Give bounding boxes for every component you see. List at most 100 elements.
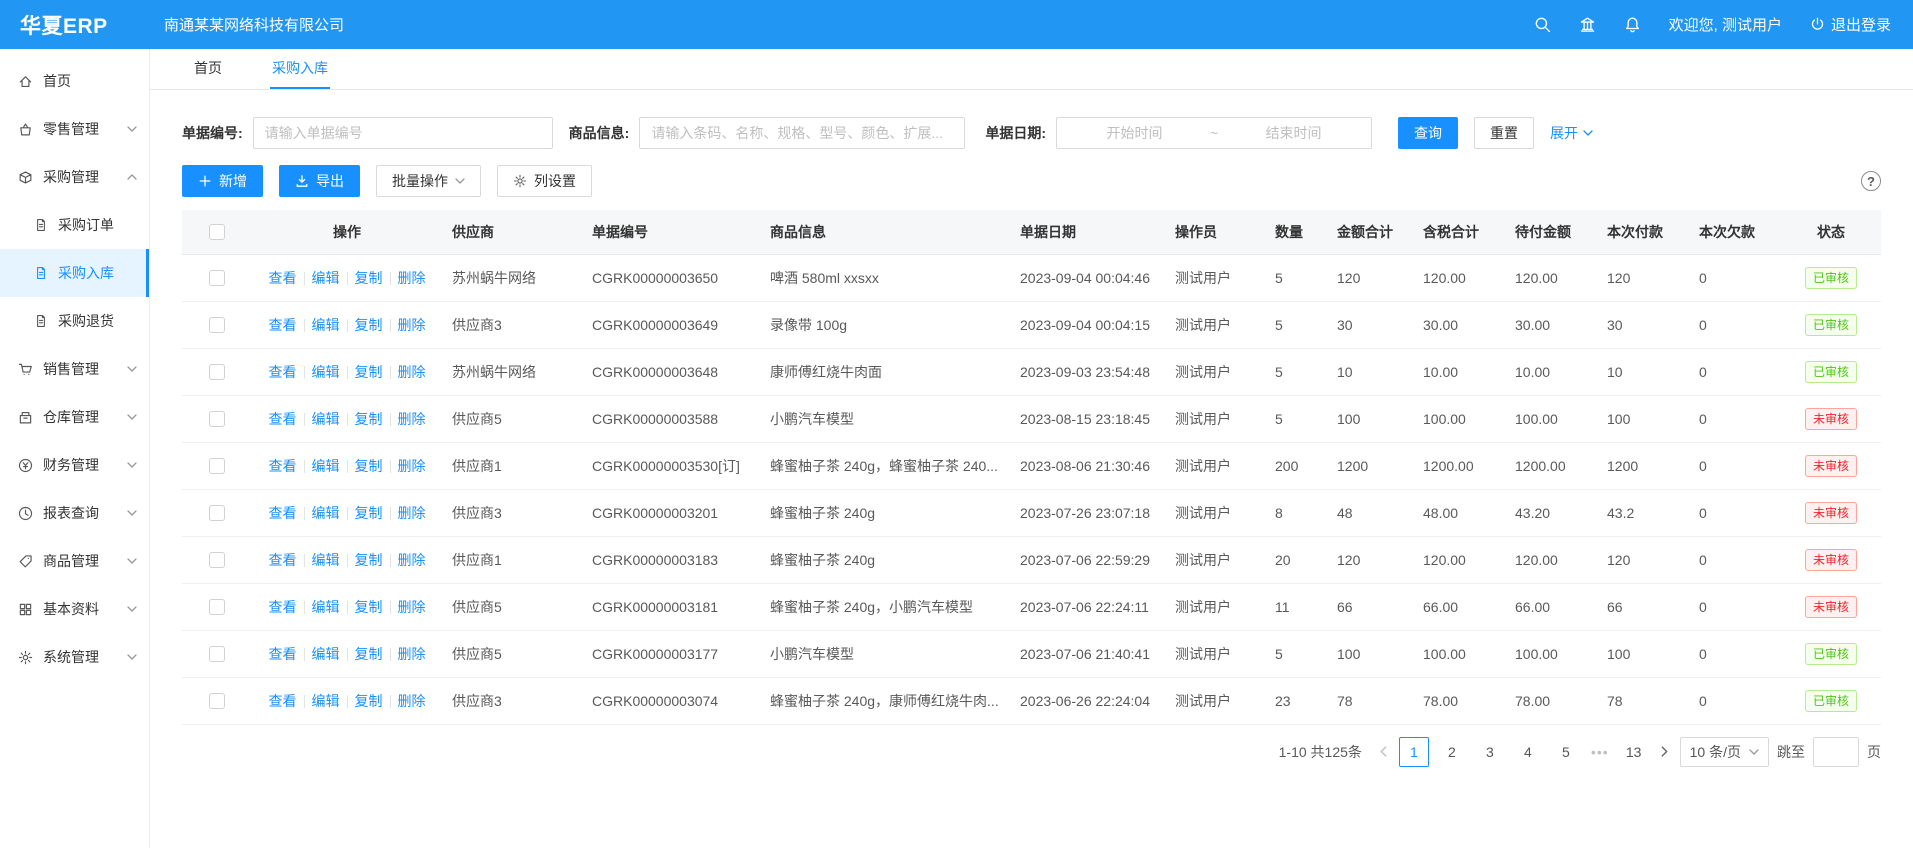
row-checkbox[interactable] (209, 458, 225, 474)
row-action-edit[interactable]: 编辑 (312, 693, 340, 709)
tab-home[interactable]: 首页 (192, 49, 224, 89)
row-action-edit[interactable]: 编辑 (312, 364, 340, 380)
row-action-copy[interactable]: 复制 (355, 364, 383, 380)
row-action-delete[interactable]: 删除 (398, 599, 426, 615)
row-action-copy[interactable]: 复制 (355, 270, 383, 286)
row-action-delete[interactable]: 删除 (398, 505, 426, 521)
row-checkbox[interactable] (209, 270, 225, 286)
row-action-view[interactable]: 查看 (269, 317, 297, 333)
doc-no-input[interactable] (253, 117, 553, 149)
building-icon[interactable] (1579, 16, 1596, 33)
row-action-edit[interactable]: 编辑 (312, 505, 340, 521)
sidebar-item-purchase[interactable]: 采购管理 (0, 153, 149, 201)
row-action-edit[interactable]: 编辑 (312, 552, 340, 568)
row-action-copy[interactable]: 复制 (355, 552, 383, 568)
row-checkbox[interactable] (209, 411, 225, 427)
sidebar-item-product[interactable]: 商品管理 (0, 537, 149, 585)
row-action-delete[interactable]: 删除 (398, 458, 426, 474)
row-action-edit[interactable]: 编辑 (312, 646, 340, 662)
sidebar-item-warehouse[interactable]: 仓库管理 (0, 393, 149, 441)
row-action-view[interactable]: 查看 (269, 693, 297, 709)
sidebar-item-purchase-inbound[interactable]: 采购入库 (0, 249, 149, 297)
sidebar-item-label: 采购入库 (58, 263, 114, 283)
row-action-view[interactable]: 查看 (269, 364, 297, 380)
row-action-delete[interactable]: 删除 (398, 270, 426, 286)
batch-actions-button[interactable]: 批量操作 (376, 165, 481, 197)
row-action-view[interactable]: 查看 (269, 505, 297, 521)
row-action-delete[interactable]: 删除 (398, 411, 426, 427)
page-button-5[interactable]: 5 (1551, 737, 1581, 767)
row-action-edit[interactable]: 编辑 (312, 411, 340, 427)
logout-button[interactable]: 退出登录 (1810, 14, 1891, 35)
page-button-1[interactable]: 1 (1399, 737, 1429, 767)
row-action-view[interactable]: 查看 (269, 458, 297, 474)
row-action-delete[interactable]: 删除 (398, 317, 426, 333)
row-action-copy[interactable]: 复制 (355, 646, 383, 662)
row-action-edit[interactable]: 编辑 (312, 599, 340, 615)
date-range-picker[interactable]: ~ (1056, 117, 1372, 149)
page-button-2[interactable]: 2 (1437, 737, 1467, 767)
row-action-copy[interactable]: 复制 (355, 317, 383, 333)
row-action-view[interactable]: 查看 (269, 552, 297, 568)
cell-payable: 120.00 (1505, 536, 1597, 583)
tab-purchase-inbound[interactable]: 采购入库 (270, 49, 330, 89)
row-actions-cell: 查看编辑复制删除 (252, 395, 442, 442)
date-end-input[interactable] (1224, 125, 1363, 141)
row-checkbox[interactable] (209, 364, 225, 380)
reset-button[interactable]: 重置 (1474, 117, 1534, 149)
row-action-copy[interactable]: 复制 (355, 599, 383, 615)
row-action-delete[interactable]: 删除 (398, 693, 426, 709)
add-button[interactable]: 新增 (182, 165, 263, 197)
cell-amount_tax: 10.00 (1413, 348, 1505, 395)
page-size-select[interactable]: 10 条/页 (1680, 737, 1769, 767)
sidebar-item-purchase-return[interactable]: 采购退货 (0, 297, 149, 345)
search-icon[interactable] (1534, 16, 1551, 33)
row-action-view[interactable]: 查看 (269, 270, 297, 286)
product-info-input[interactable] (639, 117, 965, 149)
sidebar-item-system[interactable]: 系统管理 (0, 633, 149, 681)
row-action-edit[interactable]: 编辑 (312, 270, 340, 286)
search-button[interactable]: 查询 (1398, 117, 1458, 149)
page-ellipsis[interactable]: ••• (1589, 744, 1611, 760)
row-action-view[interactable]: 查看 (269, 646, 297, 662)
jump-input[interactable] (1813, 737, 1859, 767)
export-button[interactable]: 导出 (279, 165, 360, 197)
date-start-input[interactable] (1065, 125, 1204, 141)
row-action-delete[interactable]: 删除 (398, 364, 426, 380)
expand-link[interactable]: 展开 (1550, 123, 1593, 143)
row-action-delete[interactable]: 删除 (398, 552, 426, 568)
page-button-3[interactable]: 3 (1475, 737, 1505, 767)
cell-operator: 测试用户 (1165, 301, 1265, 348)
sidebar-item-report[interactable]: 报表查询 (0, 489, 149, 537)
sidebar-item-retail[interactable]: 零售管理 (0, 105, 149, 153)
sidebar-item-sales[interactable]: 销售管理 (0, 345, 149, 393)
row-checkbox[interactable] (209, 505, 225, 521)
row-action-delete[interactable]: 删除 (398, 646, 426, 662)
row-action-view[interactable]: 查看 (269, 411, 297, 427)
row-action-edit[interactable]: 编辑 (312, 458, 340, 474)
row-action-copy[interactable]: 复制 (355, 693, 383, 709)
cell-date: 2023-09-04 00:04:15 (1010, 301, 1165, 348)
row-checkbox[interactable] (209, 552, 225, 568)
column-settings-button[interactable]: 列设置 (497, 165, 592, 197)
row-action-view[interactable]: 查看 (269, 599, 297, 615)
prev-page-button[interactable] (1376, 746, 1391, 757)
bell-icon[interactable] (1624, 16, 1641, 33)
sidebar-item-basic[interactable]: 基本资料 (0, 585, 149, 633)
page-button-13[interactable]: 13 (1619, 737, 1649, 767)
row-action-edit[interactable]: 编辑 (312, 317, 340, 333)
next-page-button[interactable] (1657, 746, 1672, 757)
row-action-copy[interactable]: 复制 (355, 505, 383, 521)
row-checkbox[interactable] (209, 646, 225, 662)
sidebar-item-home[interactable]: 首页 (0, 57, 149, 105)
row-checkbox[interactable] (209, 693, 225, 709)
page-button-4[interactable]: 4 (1513, 737, 1543, 767)
sidebar-item-purchase-order[interactable]: 采购订单 (0, 201, 149, 249)
help-icon[interactable]: ? (1861, 171, 1881, 191)
row-checkbox[interactable] (209, 599, 225, 615)
sidebar-item-finance[interactable]: 财务管理 (0, 441, 149, 489)
row-checkbox[interactable] (209, 317, 225, 333)
select-all-checkbox[interactable] (209, 224, 225, 240)
row-action-copy[interactable]: 复制 (355, 411, 383, 427)
row-action-copy[interactable]: 复制 (355, 458, 383, 474)
